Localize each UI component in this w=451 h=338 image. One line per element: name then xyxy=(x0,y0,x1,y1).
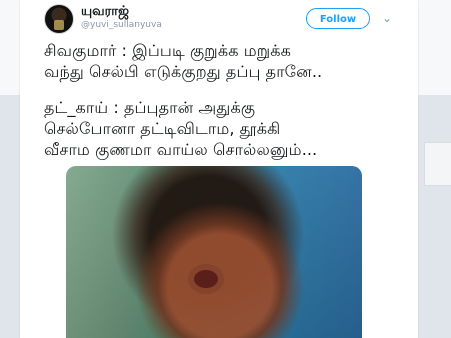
tweet-line-5: வீசாம குணமா வாய்ல சொல்லனும்... xyxy=(44,140,318,159)
user-handle[interactable]: @yuvi_sullanyuva xyxy=(81,21,162,30)
tweet-image[interactable] xyxy=(66,166,362,338)
display-name[interactable]: யுவராஜ் xyxy=(81,5,129,18)
tweet-text: சிவகுமார் : இப்படி குறுக்க மறுக்க வந்து … xyxy=(44,40,409,160)
tweet-card: யுவராஜ் @yuvi_sullanyuva Follow ⌄ சிவகும… xyxy=(20,0,418,338)
tweet-line-2: வந்து செல்பி எடுக்குறது தப்பு தானே.. xyxy=(44,62,323,81)
tweet-line-3: தட்_காய் : தப்புதான் அதுக்கு xyxy=(44,98,256,117)
side-panel-edge xyxy=(424,142,451,186)
follow-button[interactable]: Follow xyxy=(306,8,370,29)
tweet-line-4: செல்போனா தட்டிவிடாம, தூக்கி xyxy=(44,119,281,138)
chevron-down-icon[interactable]: ⌄ xyxy=(380,11,394,25)
tweet-line-1: சிவகுமார் : இப்படி குறுக்க மறுக்க xyxy=(44,41,291,60)
avatar[interactable] xyxy=(44,4,74,34)
